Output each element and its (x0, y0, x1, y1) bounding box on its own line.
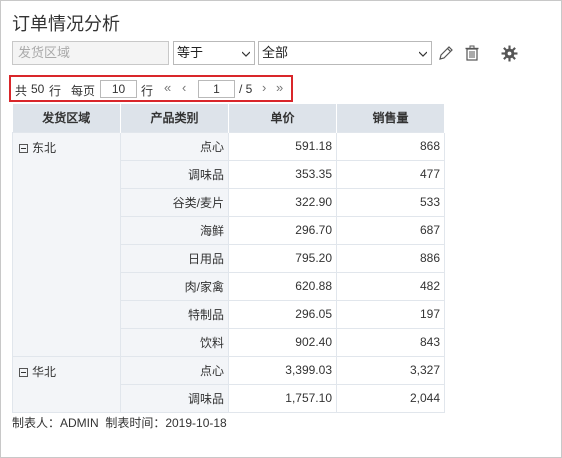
price-cell: 296.05 (228, 299, 337, 329)
header-price: 单价 (228, 104, 337, 132)
qty-cell: 868 (336, 131, 445, 161)
table-row: 华北 点心 3,399.03 3,327 (12, 355, 445, 413)
category-cell: 海鲜 (120, 215, 229, 245)
qty-cell: 482 (336, 271, 445, 301)
report-footer: 制表人：ADMIN 制表时间：2019-10-18 (12, 416, 227, 430)
page-title: 订单情况分析 (12, 14, 120, 34)
edit-button[interactable] (436, 42, 456, 64)
qty-cell: 3,327 (336, 355, 445, 385)
category-cell: 饮料 (120, 327, 229, 357)
category-cell: 点心 (120, 131, 229, 161)
settings-button[interactable] (499, 42, 519, 64)
price-cell: 1,757.10 (228, 383, 337, 413)
price-cell: 795.20 (228, 243, 337, 273)
category-cell: 调味品 (120, 159, 229, 189)
collapse-icon[interactable] (19, 143, 28, 153)
chevron-down-icon (242, 51, 250, 57)
prev-page-button[interactable]: ‹ (182, 80, 186, 95)
operator-value: 等于 (177, 45, 204, 60)
price-cell: 591.18 (228, 131, 337, 161)
qty-cell: 2,044 (336, 383, 445, 413)
price-cell: 3,399.03 (228, 355, 337, 385)
report-panel: 订单情况分析 发货区域 等于 全部 共 50 行 每页 10 行 « ‹ 1 /… (0, 0, 562, 458)
chevron-down-icon (419, 51, 427, 57)
total-count: 50 (31, 82, 45, 96)
report-table: 发货区域 产品类别 单价 销售量 东北 点心 591.18 868 调味品 35… (12, 104, 445, 413)
header-category: 产品类别 (120, 104, 229, 132)
category-cell: 肉/家禽 (120, 271, 229, 301)
category-cell: 日用品 (120, 243, 229, 273)
price-cell: 353.35 (228, 159, 337, 189)
per-page-label: 每页 (71, 84, 96, 98)
qty-cell: 197 (336, 299, 445, 329)
operator-select[interactable]: 等于 (173, 41, 255, 65)
qty-cell: 477 (336, 159, 445, 189)
qty-cell: 533 (336, 187, 445, 217)
region-label: 华北 (32, 364, 57, 379)
table-row: 东北 点心 591.18 868 (12, 131, 445, 357)
total-suffix: 行 (49, 84, 62, 98)
qty-cell: 687 (336, 215, 445, 245)
pencil-icon (439, 46, 453, 60)
delete-button[interactable] (462, 42, 482, 64)
price-cell: 620.88 (228, 271, 337, 301)
region-label: 东北 (32, 140, 57, 155)
region-cell[interactable]: 华北 (12, 355, 121, 413)
trash-icon (465, 45, 479, 61)
header-region: 发货区域 (12, 104, 121, 132)
first-page-button[interactable]: « (164, 80, 171, 95)
total-prefix: 共 (15, 84, 28, 98)
page-total-label: / 5 (239, 82, 253, 96)
qty-cell: 843 (336, 327, 445, 357)
field-input[interactable]: 发货区域 (12, 41, 169, 65)
value-select-value: 全部 (262, 45, 289, 60)
page-number-input[interactable]: 1 (198, 80, 235, 98)
collapse-icon[interactable] (19, 367, 28, 377)
table-header-row: 发货区域 产品类别 单价 销售量 (12, 104, 445, 132)
price-cell: 296.70 (228, 215, 337, 245)
pagination-bar: 共 50 行 每页 10 行 « ‹ 1 / 5 › » (9, 75, 293, 102)
next-page-button[interactable]: › (262, 80, 266, 95)
category-cell: 特制品 (120, 299, 229, 329)
category-cell: 点心 (120, 355, 229, 385)
category-cell: 谷类/麦片 (120, 187, 229, 217)
gear-icon (501, 45, 517, 61)
qty-cell: 886 (336, 243, 445, 273)
per-page-suffix: 行 (141, 84, 154, 98)
category-cell: 调味品 (120, 383, 229, 413)
header-qty: 销售量 (336, 104, 445, 132)
per-page-input[interactable]: 10 (100, 80, 137, 98)
price-cell: 902.40 (228, 327, 337, 357)
price-cell: 322.90 (228, 187, 337, 217)
region-cell[interactable]: 东北 (12, 131, 121, 357)
value-select[interactable]: 全部 (258, 41, 432, 65)
last-page-button[interactable]: » (276, 80, 283, 95)
